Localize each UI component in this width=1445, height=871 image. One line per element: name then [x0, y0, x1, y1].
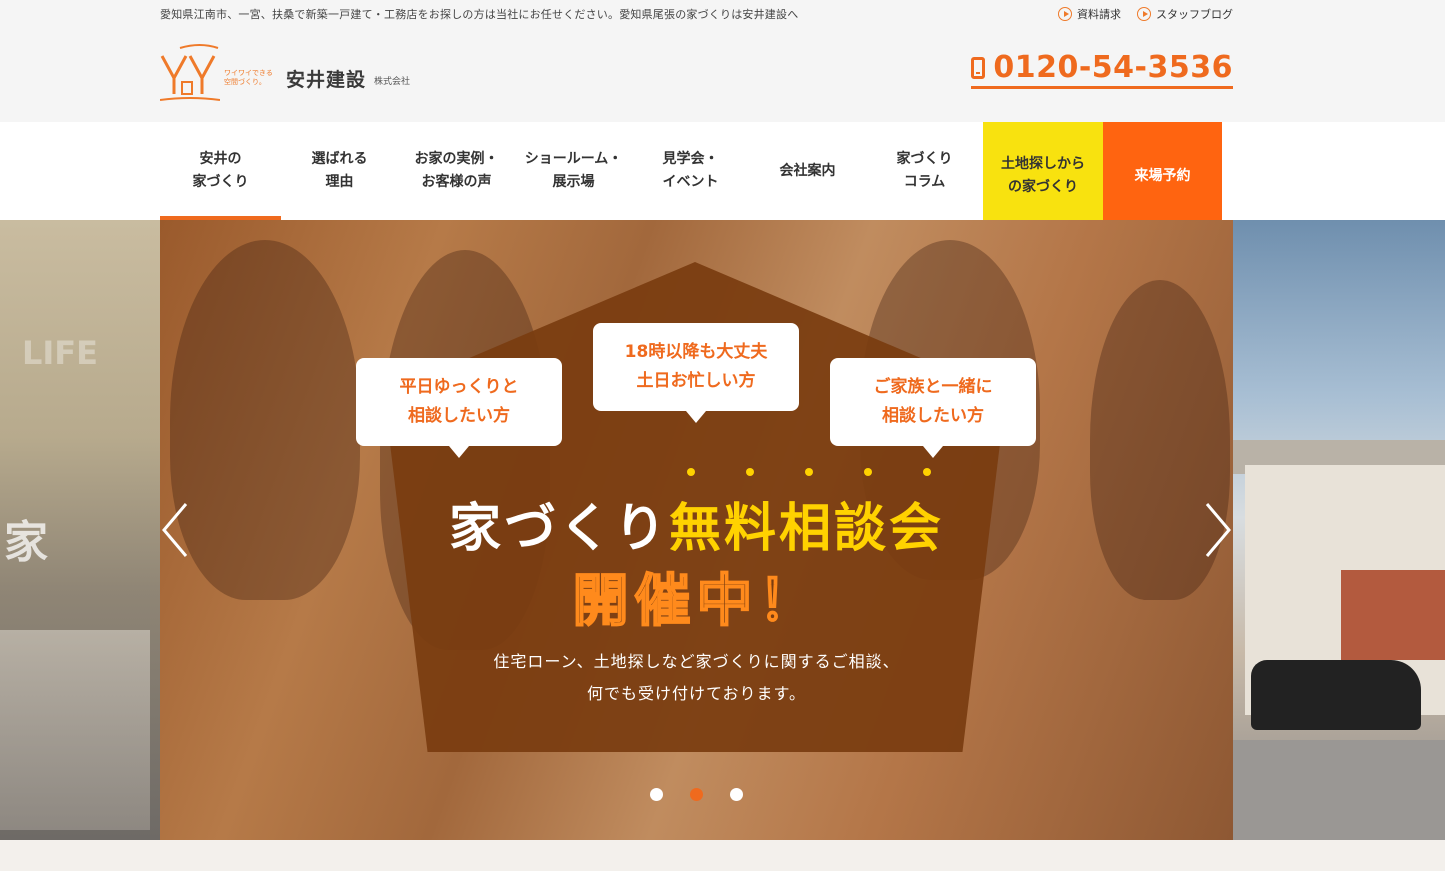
nav-item-company[interactable]: 会社案内	[749, 122, 866, 220]
nav-item-showroom[interactable]: ショールーム・ 展示場	[515, 122, 632, 220]
active-slide: 平日ゆっくりと 相談したい方 18時以降も大丈夫 土日お忙しい方 ご家族と一緒に…	[160, 220, 1233, 840]
logo-subtitle: ワイワイできる 空間づくり。	[224, 69, 284, 87]
road-image	[1233, 740, 1445, 840]
slide-indicator-1[interactable]	[650, 788, 663, 801]
section-divider	[0, 840, 1445, 871]
emphasis-dots	[687, 468, 931, 476]
document-request-link[interactable]: 資料請求	[1058, 6, 1121, 22]
previous-slide-life-text: LIFE	[22, 334, 99, 372]
logo-mark-icon	[159, 42, 221, 104]
previous-slide-kanji: 家	[4, 517, 48, 568]
car-image	[1251, 660, 1421, 730]
hero-carousel: LIFE 家 平日ゆっくりと 相談したい方 18時以降も大丈夫 土日お忙しい方 …	[0, 220, 1445, 840]
carousel-next-button[interactable]	[1203, 500, 1233, 560]
bubble-evening: 18時以降も大丈夫 土日お忙しい方	[593, 323, 799, 423]
headline-white: 家づくり	[448, 499, 669, 559]
nav-item-examples[interactable]: お家の実例・ お客様の声	[398, 122, 515, 220]
nav-item-reasons[interactable]: 選ばれる 理由	[281, 122, 398, 220]
company-corp: 株式会社	[374, 76, 411, 87]
chevron-right-icon	[1205, 503, 1231, 557]
headline-yellow: 無料相談会	[669, 499, 945, 559]
site-tagline: 愛知県江南市、一宮、扶桑で新築一戸建て・工務店をお探しの方は当社にお任せください…	[160, 8, 799, 21]
top-bar: 愛知県江南市、一宮、扶桑で新築一戸建て・工務店をお探しの方は当社にお任せください…	[0, 0, 1445, 122]
document-request-label: 資料請求	[1077, 8, 1121, 21]
logo-sub-line1: ワイワイできる	[224, 69, 273, 77]
play-circle-icon	[1137, 7, 1151, 21]
visit-reservation-button[interactable]: 来場予約	[1103, 122, 1222, 230]
play-circle-icon	[1058, 7, 1072, 21]
smartphone-icon	[971, 56, 986, 79]
nav-item-column[interactable]: 家づくり コラム	[866, 122, 983, 220]
phone-number: 0120-54-3536	[993, 50, 1233, 85]
campaign-status: 開催中！	[572, 568, 821, 635]
bubble-family: ご家族と一緒に 相談したい方	[830, 358, 1036, 458]
company-name: 安井建設	[286, 68, 367, 91]
nav-item-yasui-house[interactable]: 安井の 家づくり	[160, 122, 281, 220]
nav-item-events[interactable]: 見学会・ イベント	[632, 122, 749, 220]
bookshelf-image	[0, 630, 150, 830]
campaign-headline: 家づくり無料相談会	[160, 486, 1233, 561]
carousel-prev-button[interactable]	[160, 500, 190, 560]
slide-indicator-3[interactable]	[730, 788, 743, 801]
staff-blog-label: スタッフブログ	[1156, 8, 1233, 21]
main-navigation: 安井の 家づくり 選ばれる 理由 お家の実例・ お客様の声 ショールーム・ 展示…	[0, 122, 1445, 230]
previous-slide-preview: LIFE 家	[0, 220, 160, 840]
site-logo[interactable]: ワイワイできる 空間づくり。 安井建設 株式会社	[159, 42, 411, 104]
brick-wall-image	[1341, 570, 1445, 660]
next-slide-preview	[1233, 220, 1445, 840]
top-links: 資料請求 スタッフブログ	[1058, 6, 1233, 22]
phone-number-link[interactable]: 0120-54-3536	[971, 50, 1233, 89]
chevron-left-icon	[162, 503, 188, 557]
land-search-button[interactable]: 土地探しから の家づくり	[983, 122, 1103, 230]
logo-sub-line2: 空間づくり。	[224, 78, 266, 86]
carousel-indicators	[650, 788, 743, 801]
campaign-description: 住宅ローン、土地探しなど家づくりに関するご相談、 何でも受け付けております。	[493, 652, 900, 703]
slide-indicator-2[interactable]	[690, 788, 703, 801]
bubble-weekday: 平日ゆっくりと 相談したい方	[356, 358, 562, 458]
staff-blog-link[interactable]: スタッフブログ	[1137, 6, 1233, 22]
